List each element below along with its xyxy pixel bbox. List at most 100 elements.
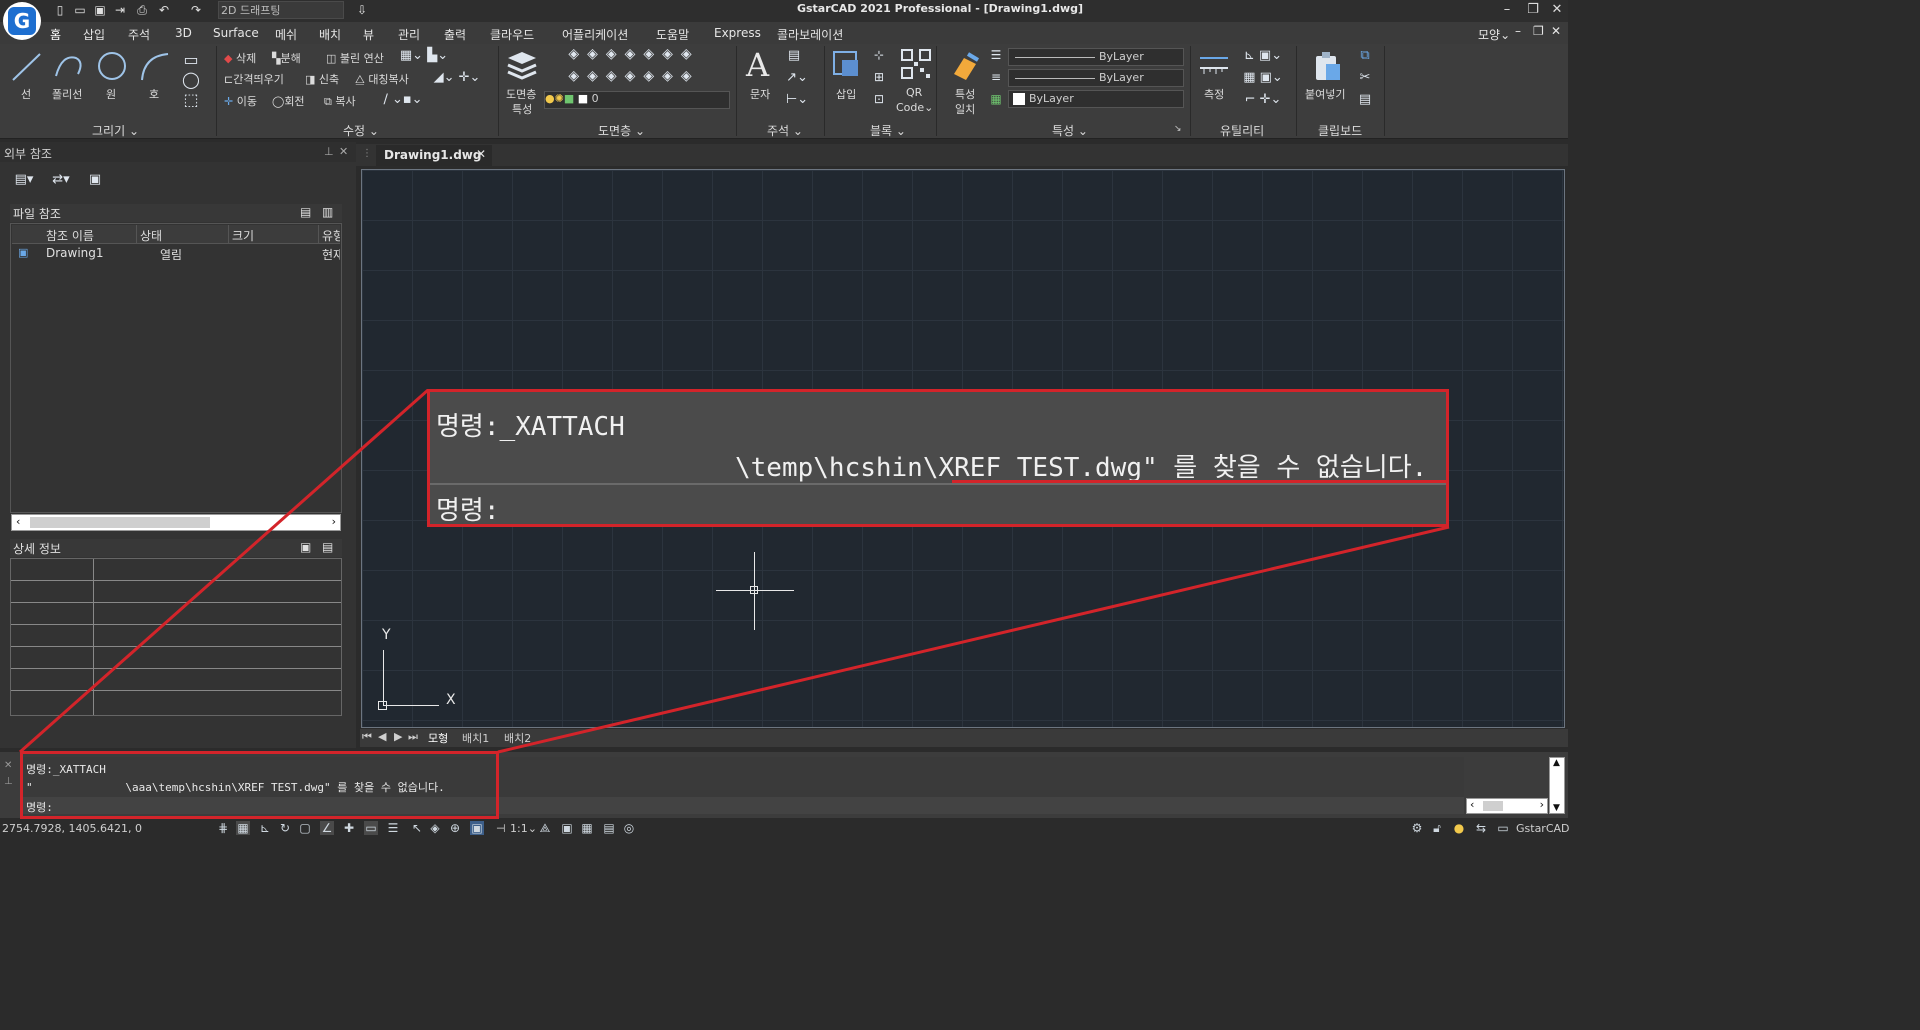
layer-properties-icon[interactable] — [504, 48, 540, 82]
workspace-switch-icon[interactable]: ▣ — [560, 821, 574, 835]
annotation-panel-title[interactable]: 주석 ⌄ — [767, 122, 803, 139]
block-define-icon[interactable]: ⊞ — [868, 70, 890, 84]
copy-with-base-icon[interactable]: ▤ — [1354, 92, 1376, 107]
open-file-icon[interactable]: ▭ — [72, 2, 88, 18]
scroll-left-icon[interactable]: ‹ — [16, 515, 20, 528]
tab-insert[interactable]: 삽입 — [83, 26, 105, 43]
isolate-icon[interactable]: ▦ — [580, 821, 594, 835]
help-icon[interactable]: ▣ — [86, 172, 104, 187]
panel-launcher-icon[interactable]: ↘ — [1174, 124, 1182, 134]
line-icon[interactable] — [10, 50, 44, 84]
layer-tools-row2-icon[interactable]: ◈◈◈◈◈◈◈ — [544, 68, 724, 84]
copy-button[interactable]: ⧉ 복사 — [324, 93, 356, 109]
tab-layout1[interactable]: 배치1 — [462, 730, 489, 746]
linetype-select[interactable]: ByLayer — [1008, 48, 1184, 66]
array-icon[interactable]: ▦⌄ ▙⌄ — [394, 48, 454, 63]
palette-close-icon[interactable]: ✕ — [339, 145, 348, 158]
tab-mesh[interactable]: 메쉬 — [275, 26, 297, 43]
pin-icon[interactable]: ⊥ — [324, 145, 334, 158]
column-reference-name[interactable]: 참조 이름 — [46, 227, 94, 244]
utilities-panel-title[interactable]: 유틸리티 — [1220, 122, 1264, 139]
prev-layout-icon[interactable]: ◀ — [378, 730, 386, 743]
ribbon-close-icon[interactable]: ✕ — [1551, 24, 1561, 38]
file-references-list[interactable] — [10, 223, 342, 513]
block-attribute-icon[interactable]: ⊡ — [868, 92, 890, 106]
polar-icon[interactable]: ↻ — [278, 821, 292, 835]
layers-panel-title[interactable]: 도면층 ⌄ — [598, 122, 645, 139]
text-icon[interactable]: A — [746, 46, 769, 84]
tab-model[interactable]: 모형 — [428, 730, 448, 746]
cmd-scroll-thumb[interactable] — [1483, 801, 1503, 811]
annotation-scale[interactable]: 1:1⌄ — [510, 822, 537, 835]
tab-applications[interactable]: 어플리케이션 — [562, 26, 628, 43]
stretch-button[interactable]: ◨ 신축 — [305, 71, 339, 87]
minimize-icon[interactable]: – — [1496, 1, 1518, 19]
dimension-icon[interactable]: ⊢⌄ — [782, 92, 812, 107]
ortho-icon[interactable]: ⊾ — [258, 821, 272, 835]
command-pin-icon[interactable]: ⊥ — [4, 776, 13, 787]
refresh-icon[interactable]: ⇄▾ — [50, 172, 72, 187]
explode-button[interactable]: ▚분해 — [272, 50, 301, 66]
properties-palette-icon[interactable]: ▤ — [602, 821, 616, 835]
annotation-scale-icon[interactable]: ⊣ — [496, 822, 506, 835]
circle-icon[interactable] — [95, 50, 129, 84]
table-row[interactable]: ▣ Drawing1 열림 현재 — [12, 245, 340, 262]
properties-panel-title[interactable]: 특성 ⌄ — [1052, 122, 1088, 139]
hardware-accel-icon[interactable]: ● — [1452, 821, 1466, 835]
leader-icon[interactable]: ↗⌄ — [782, 70, 812, 85]
first-layout-icon[interactable]: ⏮ — [362, 730, 372, 744]
utility-tools-row2-icon[interactable]: ▦ ▣⌄ — [1236, 70, 1290, 85]
boolean-button[interactable]: ◫ 불린 연산 — [326, 50, 384, 66]
otrack-icon[interactable]: ∠ — [320, 821, 334, 835]
tab-output[interactable]: 출력 — [444, 26, 466, 43]
arc-icon[interactable] — [138, 50, 172, 84]
workspace-select[interactable]: 2D 드래프팅 — [218, 1, 344, 19]
osnap-icon[interactable]: ▢ — [298, 821, 312, 835]
tree-view-icon[interactable]: ▥ — [322, 205, 333, 219]
command-vscrollbar[interactable]: ▲ ▼ — [1549, 757, 1565, 814]
document-tab[interactable]: Drawing1.dwg ✕ — [376, 145, 492, 166]
coordinates-readout[interactable]: 2754.7928, 1405.6421, 0 — [2, 822, 142, 835]
color-select[interactable]: ByLayer — [1008, 90, 1184, 108]
save-as-icon[interactable]: ⇥ — [112, 2, 128, 18]
annotation-visibility-icon[interactable]: ⟁ — [538, 821, 552, 835]
customize-quick-access-icon[interactable]: ⇩ — [354, 2, 370, 18]
move-button[interactable]: ✛ 이동 — [224, 93, 257, 109]
tab-surface[interactable]: Surface — [213, 26, 259, 40]
tab-home[interactable]: 홈 — [50, 26, 61, 43]
settings-gear-icon[interactable]: ⚙ — [1410, 821, 1424, 835]
command-hscrollbar[interactable]: ‹ › — [1466, 798, 1548, 814]
ellipse-icon[interactable]: ◯ — [176, 70, 206, 89]
block-panel-title[interactable]: 블록 ⌄ — [870, 122, 906, 139]
lineweight-toggle-icon[interactable]: ☰ — [386, 821, 400, 835]
cut-icon[interactable]: ✂ — [1354, 70, 1376, 85]
tab-close-icon[interactable]: ✕ — [476, 147, 486, 161]
layer-tools-row1-icon[interactable]: ◈◈◈◈◈◈◈ — [544, 46, 724, 62]
measure-icon[interactable] — [1198, 50, 1230, 78]
print-icon[interactable]: ⎙ — [134, 2, 150, 18]
cmd-scroll-left-icon[interactable]: ‹ — [1470, 798, 1474, 811]
layer-select[interactable]: ●✺■ ■ 0 — [544, 91, 730, 109]
copy-clip-icon[interactable]: ⧉ — [1354, 48, 1376, 63]
next-layout-icon[interactable]: ▶ — [394, 730, 402, 743]
ribbon-minimize-icon[interactable]: – — [1515, 24, 1521, 38]
appearance-menu[interactable]: 모양⌄ — [1478, 26, 1510, 43]
attach-dwg-icon[interactable]: ▤▾ — [12, 172, 36, 187]
dyn-icon[interactable]: ▭ — [364, 821, 378, 835]
zoom-status-icon[interactable]: ⊕ — [448, 821, 462, 835]
ribbon-restore-icon[interactable]: ❐ — [1533, 24, 1544, 38]
qr-code-icon[interactable] — [900, 48, 932, 80]
draw-panel-title[interactable]: 그리기 ⌄ — [92, 122, 139, 139]
tab-manage[interactable]: 관리 — [398, 26, 420, 43]
tab-layout2[interactable]: 배치2 — [504, 730, 531, 746]
snap-icon[interactable]: ⋕ — [216, 821, 230, 835]
table-icon[interactable]: ▤ — [782, 48, 806, 63]
undo-icon[interactable]: ↶ — [156, 2, 172, 18]
preview-view-icon[interactable]: ▤ — [322, 540, 333, 554]
clipboard-panel-title[interactable]: 클립보드 — [1318, 122, 1362, 139]
tab-collaboration[interactable]: 콜라보레이션 — [777, 26, 843, 43]
fullscreen-icon[interactable]: ▭ — [1496, 821, 1510, 835]
offset-button[interactable]: ⊏간격띄우기 — [224, 71, 284, 87]
trim-icon[interactable]: ∕ ⌄▪⌄ — [370, 92, 436, 107]
layer-state-icon[interactable]: ◈ — [428, 821, 442, 835]
